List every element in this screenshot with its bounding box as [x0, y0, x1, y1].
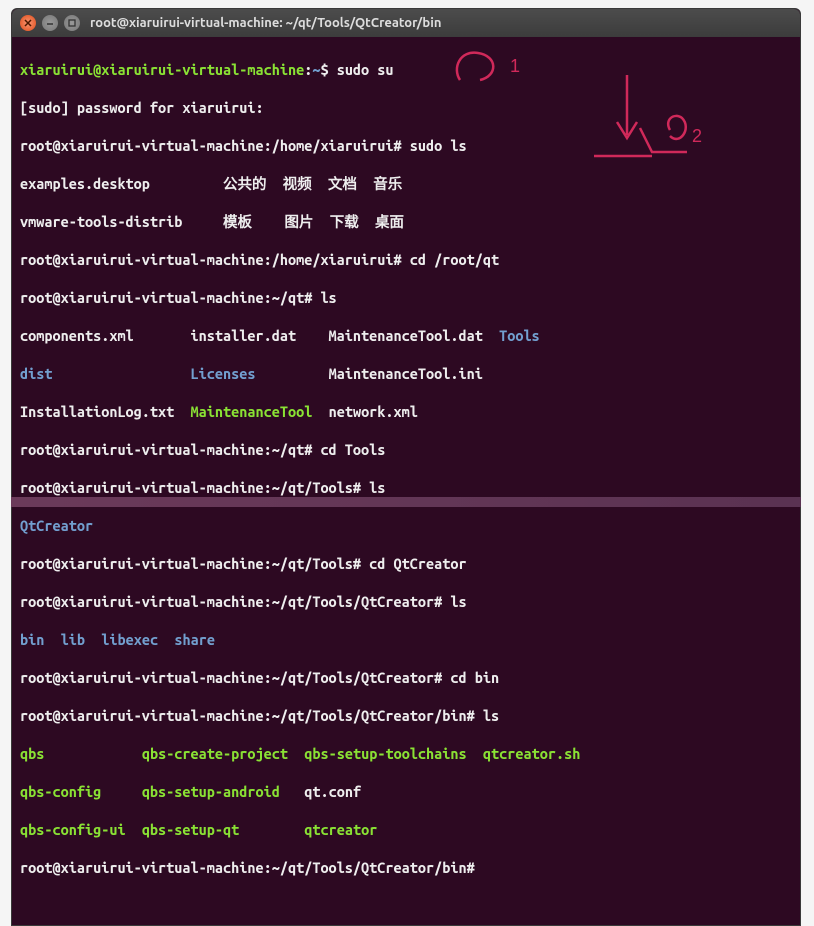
output-line: qbs qbs-create-project qbs-setup-toolcha…: [20, 744, 792, 763]
output-line: [sudo] password for xiaruirui:: [20, 98, 792, 117]
output-line: qbs-config-ui qbs-setup-qt qtcreator: [20, 820, 792, 839]
output-line: InstallationLog.txt MaintenanceTool netw…: [20, 402, 792, 421]
output-line: QtCreator: [20, 516, 792, 535]
prompt-line: root@xiaruirui-virtual-machine:~/qt/Tool…: [20, 668, 792, 687]
prompt-line: root@xiaruirui-virtual-machine:~/qt# ls: [20, 288, 792, 307]
output-line: bin lib libexec share: [20, 630, 792, 649]
close-icon[interactable]: [20, 15, 36, 31]
prompt-line: root@xiaruirui-virtual-machine:~/qt/Tool…: [20, 592, 792, 611]
output-line: dist Licenses MaintenanceTool.ini: [20, 364, 792, 383]
window-title: root@xiaruirui-virtual-machine: ~/qt/Too…: [90, 16, 441, 30]
prompt-line: root@xiaruirui-virtual-machine:~/qt/Tool…: [20, 706, 792, 725]
output-line: vmware-tools-distrib 模板 图片 下载 桌面: [20, 212, 792, 231]
output-line: qbs-config qbs-setup-android qt.conf: [20, 782, 792, 801]
output-line: components.xml installer.dat Maintenance…: [20, 326, 792, 345]
minimize-icon[interactable]: [42, 15, 58, 31]
prompt-line: root@xiaruirui-virtual-machine:~/qt/Tool…: [20, 554, 792, 573]
output-line: examples.desktop 公共的 视频 文档 音乐: [20, 174, 792, 193]
prompt-line: root@xiaruirui-virtual-machine:/home/xia…: [20, 136, 792, 155]
prompt-line: root@xiaruirui-virtual-machine:~/qt# cd …: [20, 440, 792, 459]
terminal-window: root@xiaruirui-virtual-machine: ~/qt/Too…: [11, 8, 801, 926]
titlebar[interactable]: root@xiaruirui-virtual-machine: ~/qt/Too…: [12, 9, 800, 37]
prompt-line: xiaruirui@xiaruirui-virtual-machine:~$ s…: [20, 60, 792, 79]
prompt-line: root@xiaruirui-virtual-machine:/home/xia…: [20, 250, 792, 269]
prompt-line: root@xiaruirui-virtual-machine:~/qt/Tool…: [20, 858, 792, 877]
prompt-line: root@xiaruirui-virtual-machine:~/qt/Tool…: [20, 478, 792, 497]
maximize-icon[interactable]: [64, 15, 80, 31]
decorative-border: [11, 497, 801, 507]
terminal-output[interactable]: xiaruirui@xiaruirui-virtual-machine:~$ s…: [12, 37, 800, 925]
